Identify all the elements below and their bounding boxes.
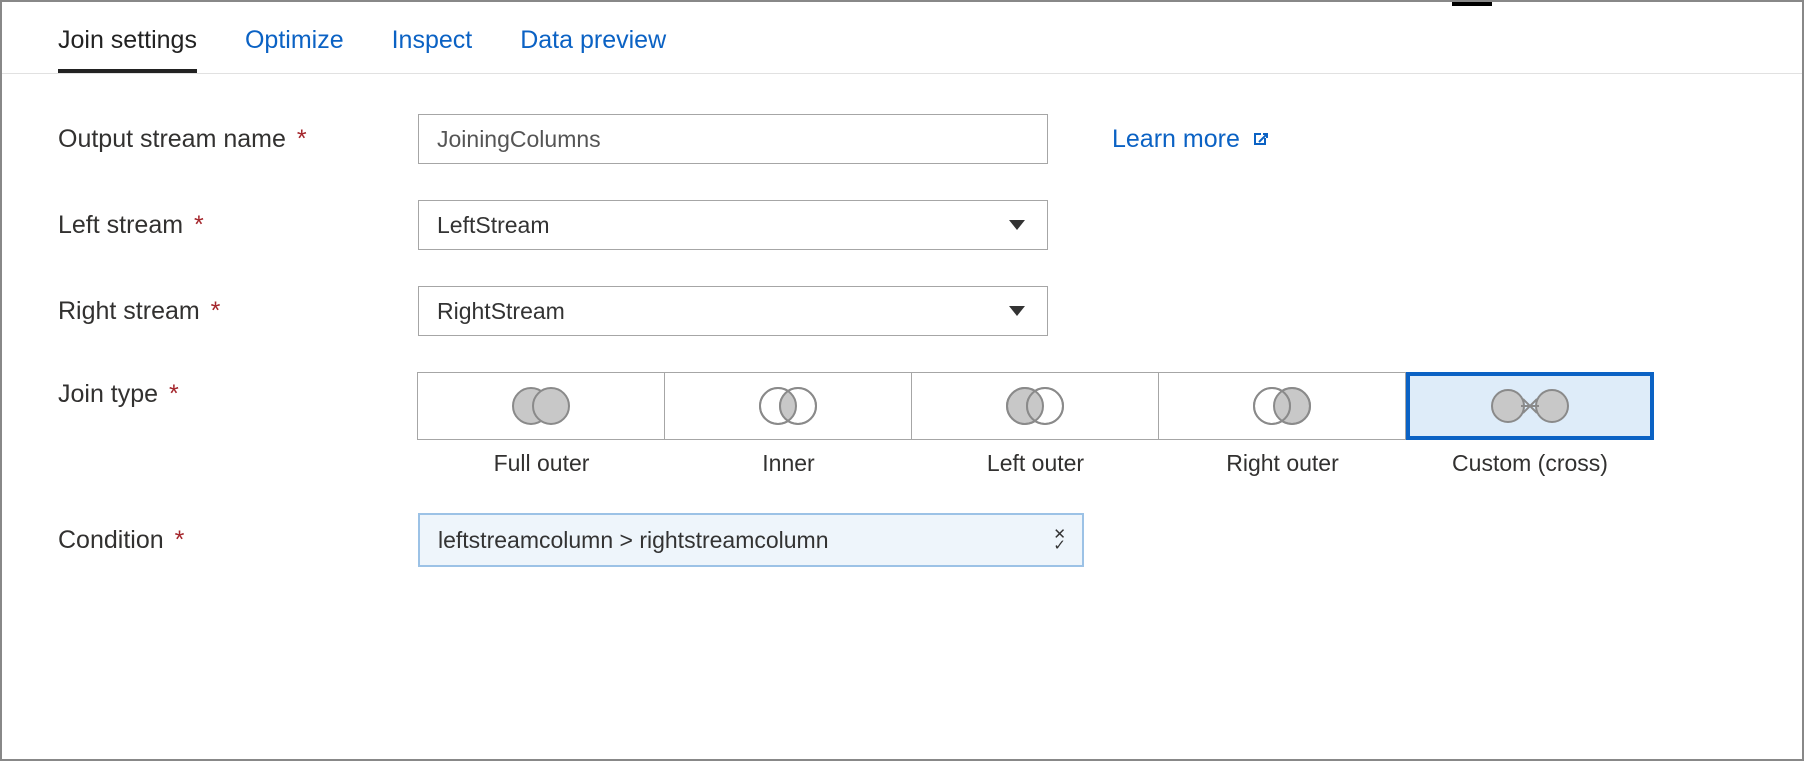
join-type-full-outer[interactable] <box>417 372 665 440</box>
venn-cross-icon <box>1487 385 1573 427</box>
required-asterisk: * <box>168 526 185 554</box>
right-stream-select[interactable]: RightStream <box>418 286 1048 336</box>
form-content: Output stream name * Learn more Left str… <box>2 74 1802 567</box>
label-text: Condition <box>58 526 164 554</box>
required-asterisk: * <box>204 297 221 325</box>
chevron-down-icon <box>1009 306 1025 316</box>
tab-bar: Join settings Optimize Inspect Data prev… <box>2 2 1802 74</box>
row-join-type: Join type * Full outer <box>58 372 1802 477</box>
select-value: RightStream <box>437 298 565 325</box>
label-text: Output stream name <box>58 125 286 153</box>
label-output-stream-name: Output stream name * <box>58 125 418 154</box>
row-left-stream: Left stream * LeftStream <box>58 200 1802 250</box>
learn-more-link[interactable]: Learn more <box>1112 125 1270 154</box>
row-right-stream: Right stream * RightStream <box>58 286 1802 336</box>
venn-left-outer-icon <box>999 385 1071 427</box>
join-type-label: Custom (cross) <box>1452 450 1608 477</box>
label-text: Left stream <box>58 211 183 239</box>
tab-inspect[interactable]: Inspect <box>392 26 473 73</box>
select-value: LeftStream <box>437 212 550 239</box>
window-handle <box>1452 0 1492 6</box>
label-condition: Condition * <box>58 526 418 555</box>
required-asterisk: * <box>162 380 179 408</box>
condition-text: leftstreamcolumn > rightstreamcolumn <box>438 527 829 554</box>
label-join-type: Join type * <box>58 372 418 409</box>
join-type-selector: Full outer <box>418 372 1654 477</box>
tab-optimize[interactable]: Optimize <box>245 26 344 73</box>
label-text: Right stream <box>58 297 200 325</box>
external-link-icon <box>1250 129 1270 149</box>
settings-panel: Join settings Optimize Inspect Data prev… <box>0 0 1804 761</box>
join-type-label: Full outer <box>494 450 590 477</box>
row-output-stream-name: Output stream name * Learn more <box>58 114 1802 164</box>
left-stream-select[interactable]: LeftStream <box>418 200 1048 250</box>
chevron-down-icon <box>1009 220 1025 230</box>
join-type-label: Inner <box>762 450 814 477</box>
label-text: Join type <box>58 380 158 408</box>
join-type-right-outer[interactable] <box>1158 372 1406 440</box>
clear-validate-icon[interactable]: ✕✓ <box>1053 529 1066 551</box>
learn-more-text: Learn more <box>1112 125 1240 154</box>
venn-right-outer-icon <box>1246 385 1318 427</box>
required-asterisk: * <box>290 125 307 153</box>
venn-full-outer-icon <box>505 385 577 427</box>
required-asterisk: * <box>187 211 204 239</box>
row-condition: Condition * leftstreamcolumn > rightstre… <box>58 513 1802 567</box>
tab-data-preview[interactable]: Data preview <box>520 26 666 73</box>
join-type-label: Left outer <box>987 450 1084 477</box>
output-stream-name-input[interactable] <box>418 114 1048 164</box>
venn-inner-icon <box>752 385 824 427</box>
join-type-label: Right outer <box>1226 450 1339 477</box>
condition-expression-input[interactable]: leftstreamcolumn > rightstreamcolumn ✕✓ <box>418 513 1084 567</box>
join-type-left-outer[interactable] <box>911 372 1159 440</box>
join-type-inner[interactable] <box>664 372 912 440</box>
tab-join-settings[interactable]: Join settings <box>58 26 197 73</box>
label-left-stream: Left stream * <box>58 211 418 240</box>
join-type-custom-cross[interactable] <box>1406 372 1654 440</box>
label-right-stream: Right stream * <box>58 297 418 326</box>
